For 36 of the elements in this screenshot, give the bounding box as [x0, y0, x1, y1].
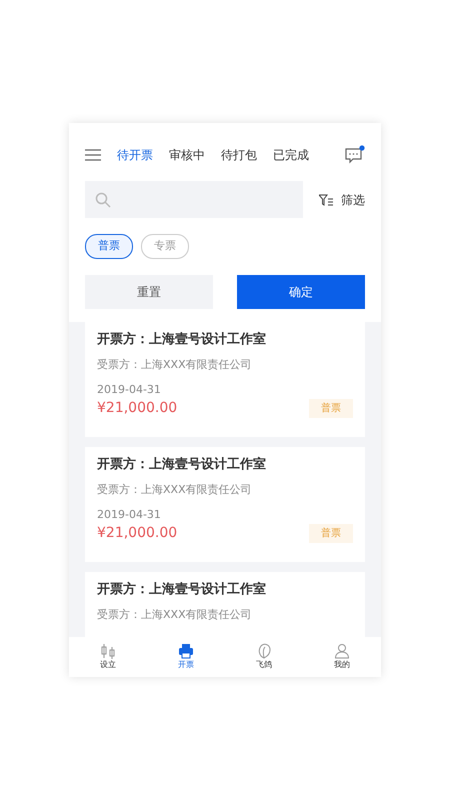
tab[interactable]: 待开票	[117, 146, 153, 164]
confirm-button[interactable]: 确定	[237, 274, 365, 308]
invoice-date: 2019-04-31	[97, 506, 162, 522]
receiver-name: 受票方：上海XXX有限责任公司	[97, 357, 253, 373]
invoice-type-tag: 普票	[309, 399, 353, 418]
menu-icon[interactable]	[85, 149, 101, 161]
printer-icon	[178, 643, 194, 659]
invoice-type-tag: 普票	[309, 524, 353, 543]
issuer-name: 开票方：上海壹号设计工作室	[97, 580, 267, 598]
candlestick-icon	[100, 643, 116, 659]
receiver-name: 受票方：上海XXX有限责任公司	[97, 482, 253, 498]
invoice-card[interactable]: 开票方：上海壹号设计工作室 受票方：上海XXX有限责任公司 2019-04-31 ¥21,000.00 普票	[85, 322, 365, 436]
search-icon	[95, 192, 111, 208]
invoice-amount: ¥21,000.00	[97, 399, 178, 418]
issuer-name: 开票方：上海壹号设计工作室	[97, 330, 267, 348]
invoice-card[interactable]: 开票方：上海壹号设计工作室 受票方：上海XXX有限责任公司	[85, 572, 365, 637]
filter-button[interactable]: 筛选	[319, 190, 365, 208]
nav-tab[interactable]: 开票	[147, 637, 225, 677]
leaf-icon	[256, 643, 272, 659]
invoice-amount: ¥21,000.00	[97, 524, 178, 543]
invoice-card[interactable]: 开票方：上海壹号设计工作室 受票方：上海XXX有限责任公司 2019-04-31 ¥21,000.00 普票	[85, 446, 365, 562]
tab[interactable]: 待打包	[221, 146, 257, 164]
search-field[interactable]	[85, 181, 303, 218]
message-icon[interactable]	[345, 145, 365, 165]
tab[interactable]: 已完成	[273, 146, 309, 164]
tab[interactable]: 审核中	[169, 146, 205, 164]
filter-icon	[319, 194, 333, 206]
person-icon	[334, 643, 350, 659]
invoice-type-chip[interactable]: 普票	[85, 234, 133, 258]
nav-tab[interactable]: 我的	[303, 637, 381, 677]
receiver-name: 受票方：上海XXX有限责任公司	[97, 607, 253, 623]
nav-tab[interactable]: 飞鸽	[225, 637, 303, 677]
reset-button[interactable]: 重置	[85, 274, 213, 308]
issuer-name: 开票方：上海壹号设计工作室	[97, 456, 267, 474]
nav-tab[interactable]: 设立	[69, 637, 147, 677]
invoice-date: 2019-04-31	[97, 382, 162, 398]
